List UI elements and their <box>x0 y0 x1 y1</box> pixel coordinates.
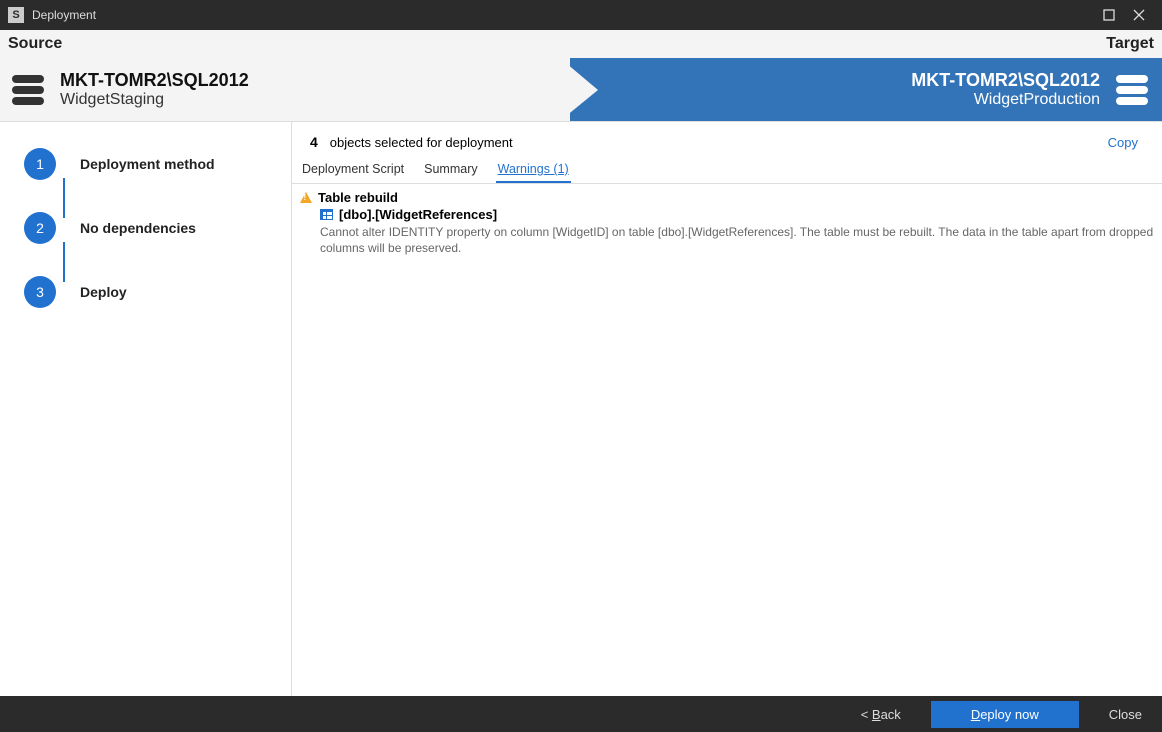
target-database: WidgetProduction <box>911 91 1100 109</box>
warning-item: [dbo].[WidgetReferences] Cannot alter ID… <box>300 207 1154 256</box>
source-target-banner: MKT-TOMR2\SQL2012 WidgetProduction MKT-T… <box>0 58 1162 121</box>
source-panel: MKT-TOMR2\SQL2012 WidgetStaging <box>0 58 570 121</box>
close-footer-button[interactable]: Close <box>1109 707 1142 722</box>
maximize-icon <box>1103 9 1115 21</box>
step-number: 1 <box>24 148 56 180</box>
warning-heading: Table rebuild <box>318 190 398 205</box>
warnings-section: Table rebuild [dbo].[WidgetReferences] C… <box>292 184 1162 262</box>
tabs: Deployment Script Summary Warnings (1) <box>292 156 1162 184</box>
app-icon: S <box>8 7 24 23</box>
footer: < Back Deploy now Close <box>0 696 1162 732</box>
warning-icon <box>300 192 312 203</box>
table-icon <box>320 209 333 220</box>
target-heading: Target <box>1106 35 1154 53</box>
warning-message: Cannot alter IDENTITY property on column… <box>320 224 1154 256</box>
titlebar: S Deployment <box>0 0 1162 30</box>
header-labels: Source Target <box>0 30 1162 58</box>
step-deployment-method[interactable]: 1 Deployment method <box>24 148 291 180</box>
back-button[interactable]: < Back <box>861 707 901 722</box>
database-icon <box>12 75 44 105</box>
tab-warnings[interactable]: Warnings (1) <box>496 160 571 183</box>
copy-link[interactable]: Copy <box>1108 135 1138 150</box>
main-area: 1 Deployment method 2 No dependencies 3 … <box>0 121 1162 696</box>
window-title: Deployment <box>32 8 1094 22</box>
close-icon <box>1133 9 1145 21</box>
warning-heading-row: Table rebuild <box>300 190 1154 205</box>
step-connector <box>63 178 65 218</box>
deploy-now-button[interactable]: Deploy now <box>931 701 1079 728</box>
step-number: 2 <box>24 212 56 244</box>
target-panel: MKT-TOMR2\SQL2012 WidgetProduction <box>570 58 1162 121</box>
step-connector <box>63 242 65 282</box>
selected-text: objects selected for deployment <box>330 135 1108 150</box>
tab-deployment-script[interactable]: Deployment Script <box>300 160 406 183</box>
maximize-button[interactable] <box>1094 0 1124 30</box>
source-heading: Source <box>8 35 62 53</box>
source-server: MKT-TOMR2\SQL2012 <box>60 70 249 91</box>
arrow-divider <box>560 58 598 121</box>
step-number: 3 <box>24 276 56 308</box>
source-database: WidgetStaging <box>60 91 249 109</box>
step-label: No dependencies <box>80 220 196 236</box>
database-icon <box>1116 75 1148 105</box>
close-button[interactable] <box>1124 0 1154 30</box>
target-server: MKT-TOMR2\SQL2012 <box>911 70 1100 91</box>
step-label: Deployment method <box>80 156 215 172</box>
tab-summary[interactable]: Summary <box>422 160 479 183</box>
step-label: Deploy <box>80 284 127 300</box>
content-panel: 4 objects selected for deployment Copy D… <box>292 122 1162 696</box>
selected-count: 4 <box>310 134 318 150</box>
steps-sidebar: 1 Deployment method 2 No dependencies 3 … <box>0 122 292 696</box>
content-header: 4 objects selected for deployment Copy <box>292 122 1162 154</box>
warning-object: [dbo].[WidgetReferences] <box>339 207 497 222</box>
